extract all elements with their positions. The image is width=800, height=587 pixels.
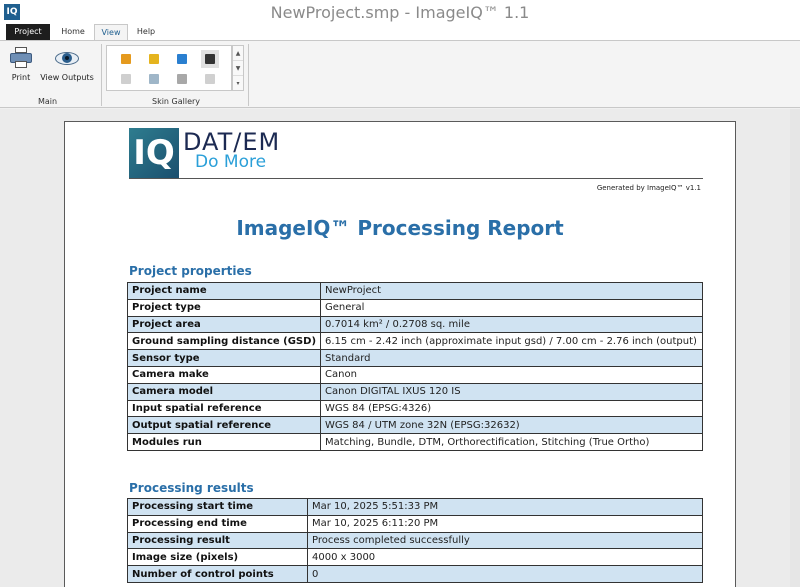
skin-3-icon[interactable]: [173, 50, 191, 68]
skin-swatch: [149, 54, 159, 64]
viewer-scrollbar[interactable]: [790, 109, 800, 587]
processing-results-table: Processing start time Mar 10, 2025 5:51:3…: [127, 498, 703, 583]
table-row: Camera make Canon: [126, 365, 703, 384]
tab-help[interactable]: Help: [130, 24, 162, 40]
report-viewer: IQ DAT/EM Do More Generated by ImageIQ™ …: [0, 109, 800, 587]
view-outputs-button[interactable]: View Outputs: [38, 45, 96, 82]
row-key: Camera make: [126, 365, 322, 384]
skin-swatch: [121, 74, 131, 84]
skin-swatch: [177, 54, 187, 64]
row-key: Project type: [126, 298, 322, 317]
section-heading-project-properties: Project properties: [129, 264, 252, 278]
skin-2-icon[interactable]: [145, 50, 163, 68]
table-row: Processing result Process completed succe…: [127, 531, 703, 550]
row-key: Processing end time: [127, 514, 308, 533]
table-row: Image size (pixels) 4000 x 3000: [127, 548, 703, 567]
group-label-skin-gallery: Skin Gallery: [152, 97, 201, 106]
report-page: IQ DAT/EM Do More Generated by ImageIQ™ …: [64, 121, 736, 587]
window-title: NewProject.smp - ImageIQ™ 1.1: [270, 3, 530, 22]
row-key: Ground sampling distance (GSD): [126, 332, 322, 351]
row-value: WGS 84 (EPSG:4326): [320, 399, 703, 418]
row-value: Canon: [320, 365, 703, 384]
skin-4-icon[interactable]: [201, 50, 219, 68]
table-row: Project area 0.7014 km² / 0.2708 sq. mile: [126, 315, 703, 334]
row-key: Number of control points: [127, 565, 308, 583]
skin-7-icon[interactable]: [173, 70, 191, 88]
row-key: Processing start time: [127, 498, 308, 516]
skin-8-icon[interactable]: [201, 70, 219, 88]
table-row: Project name NewProject: [126, 282, 703, 300]
row-value: Canon DIGITAL IXUS 120 IS: [320, 382, 703, 401]
table-row: Ground sampling distance (GSD) 6.15 cm - …: [126, 332, 703, 351]
table-row: Number of control points 0: [127, 565, 703, 583]
ribbon-divider: [101, 44, 102, 106]
table-row: Processing end time Mar 10, 2025 6:11:20 …: [127, 514, 703, 533]
generated-by-text: Generated by ImageIQ™ v1.1: [596, 184, 701, 192]
row-value: General: [320, 298, 703, 317]
printer-icon: [10, 47, 32, 69]
gallery-expand-icon[interactable]: ▾: [233, 76, 243, 91]
ribbon-divider: [248, 44, 249, 106]
row-value: 0: [307, 565, 703, 583]
row-value: Matching, Bundle, DTM, Orthorectificatio…: [320, 433, 703, 451]
row-value: 0.7014 km² / 0.2708 sq. mile: [320, 315, 703, 334]
table-row: Camera model Canon DIGITAL IXUS 120 IS: [126, 382, 703, 401]
row-key: Processing result: [127, 531, 308, 550]
report-title: ImageIQ™ Processing Report: [236, 216, 564, 240]
row-value: 6.15 cm - 2.42 inch (approximate input g…: [320, 332, 703, 351]
gallery-up-arrow-icon[interactable]: ▲: [233, 46, 243, 61]
gallery-down-arrow-icon[interactable]: ▼: [233, 61, 243, 76]
print-button[interactable]: Print: [6, 45, 36, 82]
skin-1-icon[interactable]: [117, 50, 135, 68]
eye-icon: [55, 47, 79, 69]
row-key: Project name: [126, 282, 322, 300]
row-value: Mar 10, 2025 5:51:33 PM: [307, 498, 703, 516]
row-key: Modules run: [126, 433, 322, 451]
skin-5-icon[interactable]: [117, 70, 135, 88]
view-outputs-label: View Outputs: [40, 73, 94, 82]
header-rule: [129, 178, 703, 179]
group-label-main: Main: [38, 97, 58, 106]
row-value: NewProject: [320, 282, 703, 300]
table-row: Processing start time Mar 10, 2025 5:51:3…: [127, 498, 703, 516]
table-row: Modules run Matching, Bundle, DTM, Orthor…: [126, 433, 703, 451]
row-key: Input spatial reference: [126, 399, 322, 418]
tab-view[interactable]: View: [94, 24, 128, 41]
table-row: Sensor type Standard: [126, 349, 703, 367]
iq-logo: IQ: [129, 128, 179, 178]
tab-home[interactable]: Home: [56, 24, 90, 40]
row-key: Sensor type: [126, 349, 322, 367]
ribbon: Print View Outputs Main ▲ ▼ ▾ Skin Galle…: [0, 40, 800, 108]
row-value: 4000 x 3000: [307, 548, 703, 567]
print-label: Print: [11, 73, 31, 82]
row-value: Mar 10, 2025 6:11:20 PM: [307, 514, 703, 533]
skin-swatch: [149, 74, 159, 84]
skin-6-icon[interactable]: [145, 70, 163, 88]
table-row: Project type General: [126, 298, 703, 317]
row-key: Camera model: [126, 382, 322, 401]
title-bar: IQ NewProject.smp - ImageIQ™ 1.1: [0, 0, 800, 24]
ribbon-tabs: Project Home View Help: [0, 24, 800, 41]
row-value: Process completed successfully: [307, 531, 703, 550]
skin-swatch: [177, 74, 187, 84]
row-value: Standard: [320, 349, 703, 367]
skin-gallery: [106, 45, 232, 91]
tab-project[interactable]: Project: [6, 24, 50, 40]
skin-gallery-scroll: ▲ ▼ ▾: [232, 45, 244, 91]
skin-swatch: [121, 54, 131, 64]
section-heading-processing-results: Processing results: [129, 481, 254, 495]
row-key: Output spatial reference: [126, 416, 322, 435]
table-row: Output spatial reference WGS 84 / UTM zon…: [126, 416, 703, 435]
row-key: Project area: [126, 315, 322, 334]
company-tagline: Do More: [195, 152, 267, 172]
row-key: Image size (pixels): [127, 548, 308, 567]
table-row: Input spatial reference WGS 84 (EPSG:4326…: [126, 399, 703, 418]
project-properties-table: Project name NewProject Project type Genera…: [126, 282, 703, 451]
skin-swatch: [205, 54, 215, 64]
row-value: WGS 84 / UTM zone 32N (EPSG:32632): [320, 416, 703, 435]
skin-swatch: [205, 74, 215, 84]
